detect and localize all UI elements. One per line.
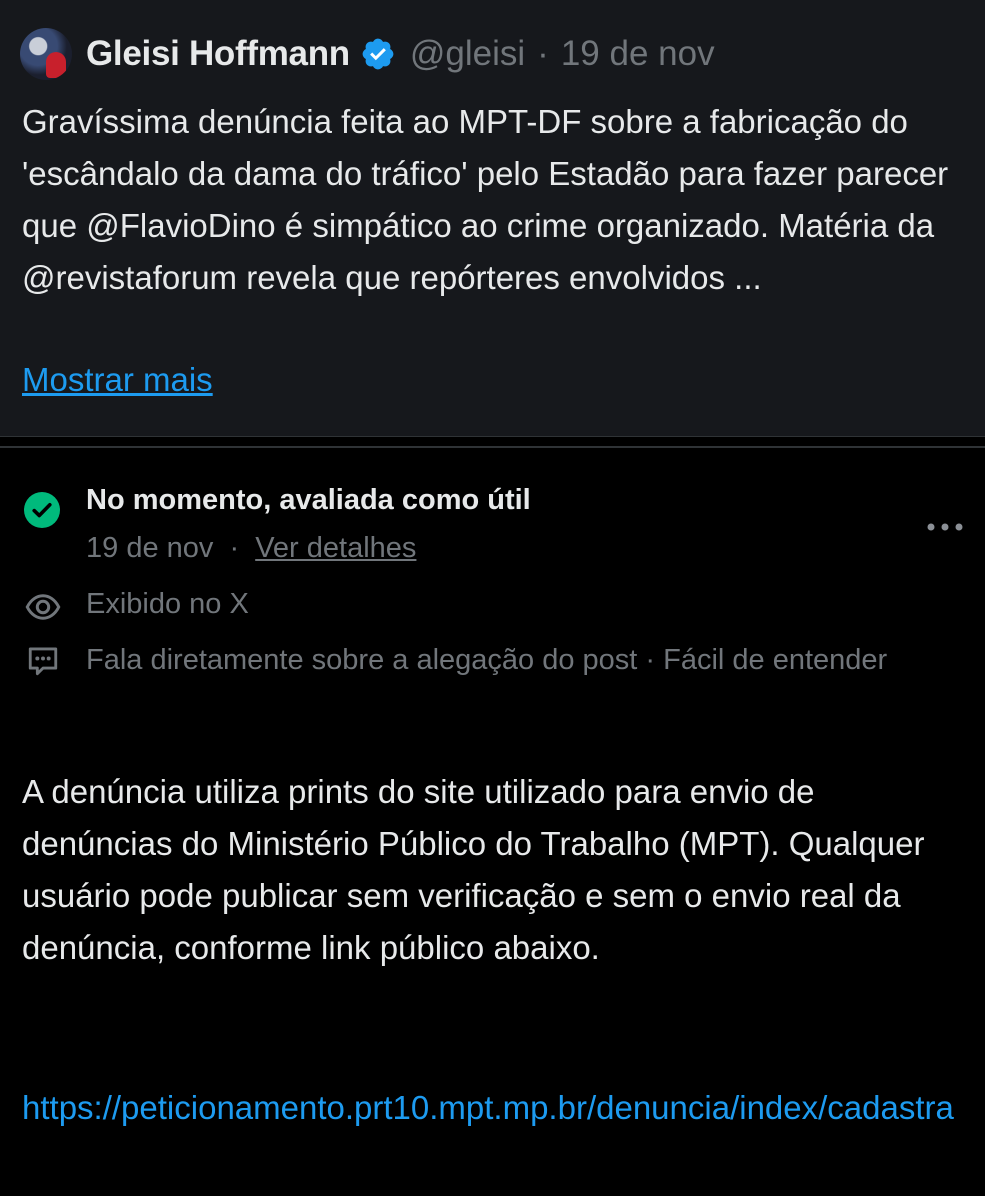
separator-dot: · [537, 34, 549, 73]
avatar[interactable] [20, 28, 72, 80]
post-text: Gravíssima denúncia feita ao MPT-DF sobr… [22, 103, 949, 296]
rating-criteria: Fala diretamente sobre a alegação do pos… [86, 644, 888, 676]
separator-dot: · [229, 532, 240, 564]
note-body: A denúncia utiliza prints do site utiliz… [22, 773, 925, 966]
more-options-icon[interactable] [925, 515, 965, 539]
see-details-link[interactable]: Ver detalhes [255, 532, 416, 564]
check-circle-icon [24, 492, 60, 528]
post-date[interactable]: 19 de nov [561, 34, 715, 74]
author-handle[interactable]: @gleisi [410, 34, 525, 74]
eye-icon [25, 594, 61, 620]
show-more-link[interactable]: Mostrar mais [22, 354, 213, 406]
verified-badge-icon [362, 38, 394, 70]
quoted-post-card[interactable]: Gleisi Hoffmann @gleisi · 19 de nov Grav… [0, 0, 985, 437]
note-date: 19 de nov [86, 532, 214, 564]
author-name[interactable]: Gleisi Hoffmann [86, 34, 350, 74]
note-status: No momento, avaliada como útil [86, 484, 531, 516]
author-row: Gleisi Hoffmann @gleisi · 19 de nov [20, 26, 715, 82]
note-link[interactable]: https://peticionamento.prt10.mpt.mp.br/d… [22, 1082, 967, 1134]
message-icon [28, 647, 58, 676]
note-meta: 19 de nov · Ver detalhes [86, 532, 416, 565]
divider [0, 446, 985, 448]
shown-on-label: Exibido no X [86, 588, 249, 620]
